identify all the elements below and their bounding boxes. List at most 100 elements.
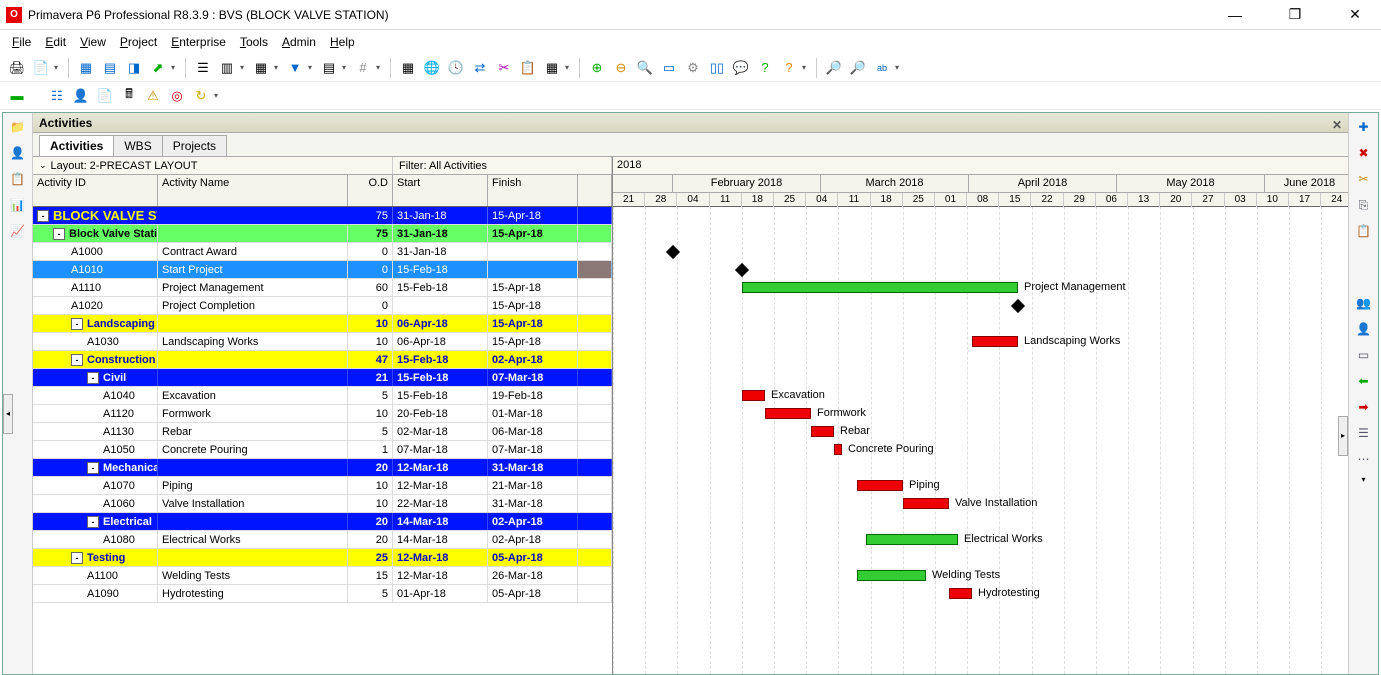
chart-icon[interactable]: 📊 [8, 195, 28, 215]
zoom-in-icon[interactable]: ⊕ [586, 57, 608, 79]
table-row[interactable]: -Electrical2014-Mar-1802-Apr-18 [33, 513, 612, 531]
table-row[interactable]: -BLOCK VALVE STATION7531-Jan-1815-Apr-18 [33, 207, 612, 225]
filter-icon[interactable]: ▼ [284, 57, 306, 79]
table-row[interactable]: -Civil2115-Feb-1807-Mar-18 [33, 369, 612, 387]
gantt-bar[interactable] [765, 408, 811, 419]
gantt-bar[interactable] [742, 390, 765, 401]
resource-icon[interactable]: 👥 [1354, 293, 1374, 313]
col-od[interactable]: O.D [348, 175, 393, 206]
layout-trace-icon[interactable]: ⬈ [147, 57, 169, 79]
help-green-icon[interactable]: ? [754, 57, 776, 79]
gantt-bar[interactable] [903, 498, 949, 509]
zoom-out-icon[interactable]: ⊖ [610, 57, 632, 79]
dropdown-icon[interactable]: ▾ [1361, 475, 1365, 484]
refresh-icon[interactable]: ↻ [190, 85, 212, 107]
expand-icon[interactable]: - [87, 372, 99, 384]
close-icon[interactable]: ✕ [1332, 115, 1342, 135]
gantt-bar[interactable] [742, 282, 1018, 293]
table-row[interactable]: -Construction4715-Feb-1802-Apr-18 [33, 351, 612, 369]
layout-grid-icon[interactable]: ▦ [75, 57, 97, 79]
chat-icon[interactable]: 💬 [730, 57, 752, 79]
menu-view[interactable]: View [80, 35, 106, 49]
gantt-bar[interactable] [949, 588, 972, 599]
table-row[interactable]: A1000Contract Award031-Jan-18 [33, 243, 612, 261]
delete-icon[interactable]: ✖ [1354, 143, 1374, 163]
expand-icon[interactable]: - [71, 552, 83, 564]
expand-right-arrow[interactable]: ▸ [1338, 416, 1348, 456]
add-icon[interactable]: ✚ [1354, 117, 1374, 137]
clock-icon[interactable]: 🕓 [445, 57, 467, 79]
folder-icon[interactable]: 📁 [8, 117, 28, 137]
copy-icon[interactable]: ⎘ [1354, 195, 1374, 215]
table-icon[interactable]: ▦ [250, 57, 272, 79]
bars-icon[interactable]: ☰ [192, 57, 214, 79]
menu-help[interactable]: Help [330, 35, 355, 49]
dropdown-icon[interactable]: ▾ [376, 63, 384, 72]
grid-icon[interactable]: ▦ [541, 57, 563, 79]
schedule-icon[interactable]: ▦ [397, 57, 419, 79]
table-row[interactable]: -Testing2512-Mar-1805-Apr-18 [33, 549, 612, 567]
help-orange-icon[interactable]: ? [778, 57, 800, 79]
expand-icon[interactable]: - [87, 462, 99, 474]
gear-icon[interactable]: ⚙ [682, 57, 704, 79]
table-row[interactable]: A1130Rebar502-Mar-1806-Mar-18 [33, 423, 612, 441]
col-finish[interactable]: Finish [488, 175, 578, 206]
milestone[interactable] [735, 263, 749, 277]
person-icon[interactable]: 👤 [8, 143, 28, 163]
table-row[interactable]: A1080Electrical Works2014-Mar-1802-Apr-1… [33, 531, 612, 549]
gantt-bar[interactable] [857, 570, 926, 581]
dropdown-icon[interactable]: ▾ [274, 63, 282, 72]
code-icon[interactable]: ▭ [1354, 345, 1374, 365]
find-icon[interactable]: 🔎 [823, 57, 845, 79]
expand-icon[interactable]: - [71, 318, 83, 330]
dropdown-icon[interactable]: ▾ [171, 63, 179, 72]
role-icon[interactable]: 👤 [1354, 319, 1374, 339]
menu-project[interactable]: Project [120, 35, 157, 49]
table-row[interactable]: A1050Concrete Pouring107-Mar-1807-Mar-18 [33, 441, 612, 459]
table-row[interactable]: A1120Formwork1020-Feb-1801-Mar-18 [33, 405, 612, 423]
menu-enterprise[interactable]: Enterprise [171, 35, 226, 49]
table-row[interactable]: -Landscaping1006-Apr-1815-Apr-18 [33, 315, 612, 333]
replace-icon[interactable]: 🔎 [847, 57, 869, 79]
col-activity-id[interactable]: Activity ID [33, 175, 158, 206]
target-icon[interactable]: ◎ [166, 85, 188, 107]
predecessor-icon[interactable]: ⬅ [1354, 371, 1374, 391]
table-row[interactable]: A1010Start Project015-Feb-18 [33, 261, 612, 279]
layout-split-icon[interactable]: ◨ [123, 57, 145, 79]
progress-icon[interactable]: ▭ [658, 57, 680, 79]
group-icon[interactable]: ▤ [318, 57, 340, 79]
print-icon[interactable]: 🖨 [6, 57, 28, 79]
dropdown-icon[interactable]: ▾ [342, 63, 350, 72]
tab-wbs[interactable]: WBS [113, 135, 162, 156]
dropdown-icon[interactable]: ▾ [54, 63, 62, 72]
gantt-body[interactable]: Project ManagementLandscaping WorksExcav… [613, 207, 1348, 674]
alert-icon[interactable]: ⚠ [142, 85, 164, 107]
close-button[interactable]: ✕ [1335, 1, 1375, 29]
calc-icon[interactable]: 🖩 [118, 85, 140, 107]
spell-icon[interactable]: ab [871, 57, 893, 79]
number-icon[interactable]: # [352, 57, 374, 79]
user-icon[interactable]: 👤 [70, 85, 92, 107]
link-icon[interactable]: ⇄ [469, 57, 491, 79]
tab-projects[interactable]: Projects [162, 135, 227, 156]
grid-body[interactable]: -BLOCK VALVE STATION7531-Jan-1815-Apr-18… [33, 207, 612, 674]
steps-icon[interactable]: ☰ [1354, 423, 1374, 443]
expand-icon[interactable]: - [53, 228, 65, 240]
doc-icon[interactable]: 📋 [8, 169, 28, 189]
menu-file[interactable]: File [12, 35, 31, 49]
tab-activities[interactable]: Activities [39, 135, 114, 156]
menu-edit[interactable]: Edit [45, 35, 66, 49]
print-preview-icon[interactable]: 📄 [30, 57, 52, 79]
dropdown-icon[interactable]: ▾ [308, 63, 316, 72]
zoom-fit-icon[interactable]: 🔍 [634, 57, 656, 79]
minus-icon[interactable]: ▬ [6, 85, 28, 107]
scissors-icon[interactable]: ✂ [493, 57, 515, 79]
maximize-button[interactable]: ❐ [1275, 1, 1315, 29]
page-icon[interactable]: 📄 [94, 85, 116, 107]
successor-icon[interactable]: ➡ [1354, 397, 1374, 417]
hierarchy-icon[interactable]: ☷ [46, 85, 68, 107]
dropdown-icon[interactable]: ▾ [240, 63, 248, 72]
menu-admin[interactable]: Admin [282, 35, 316, 49]
sheet-icon[interactable]: 📈 [8, 221, 28, 241]
expand-icon[interactable]: - [87, 516, 99, 528]
